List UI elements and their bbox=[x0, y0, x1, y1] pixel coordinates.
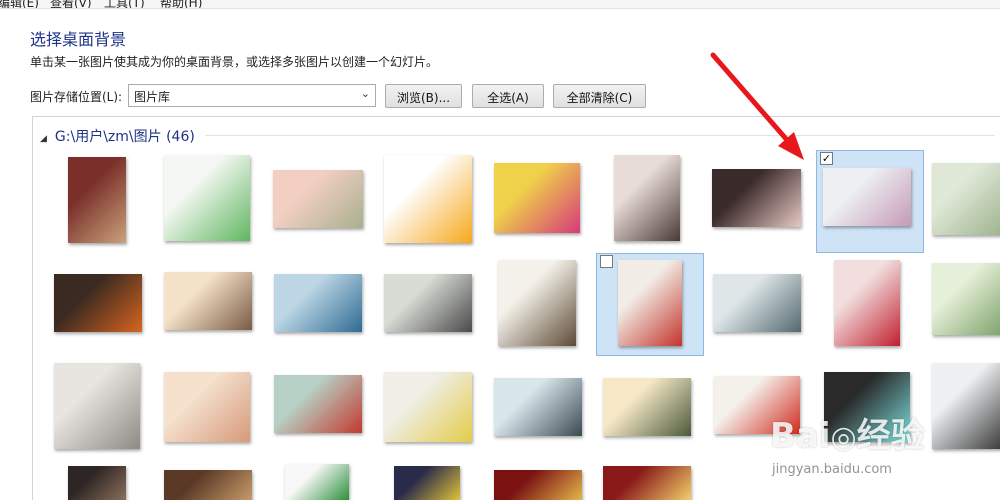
watermark-url: jingyan.baidu.com bbox=[772, 462, 892, 477]
baidu-watermark-logo: Bai◎经验 bbox=[770, 416, 925, 456]
